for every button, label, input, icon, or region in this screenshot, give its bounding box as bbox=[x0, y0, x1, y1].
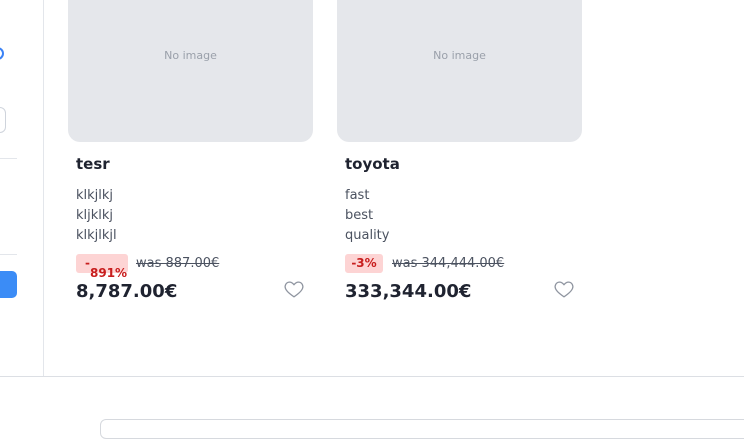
sidebar-divider bbox=[0, 254, 17, 255]
product-image-placeholder[interactable]: No image bbox=[68, 0, 313, 142]
discount-badge: - 891% bbox=[76, 254, 128, 280]
sidebar-divider bbox=[0, 158, 17, 159]
filter-radio[interactable] bbox=[0, 47, 4, 60]
product-image-placeholder[interactable]: No image bbox=[337, 0, 582, 142]
filter-input[interactable] bbox=[0, 107, 6, 133]
product-description: fast best quality bbox=[345, 186, 389, 246]
bottom-input-field[interactable] bbox=[100, 419, 744, 439]
description-line: klkjlkjl bbox=[76, 228, 117, 243]
description-line: quality bbox=[345, 228, 390, 243]
heart-outline-icon[interactable] bbox=[553, 278, 575, 300]
description-line: kljklkj bbox=[76, 208, 114, 223]
heart-outline-icon[interactable] bbox=[283, 278, 305, 300]
description-line: klkjlkj bbox=[76, 188, 114, 203]
no-image-text: No image bbox=[433, 49, 486, 62]
discount-badge: -3% bbox=[345, 254, 383, 273]
no-image-text: No image bbox=[164, 49, 217, 62]
was-price: was 887.00€ bbox=[136, 256, 220, 271]
sidebar-separator bbox=[43, 0, 44, 376]
apply-filters-button[interactable] bbox=[0, 271, 17, 298]
product-price: 8,787.00€ bbox=[76, 281, 178, 302]
description-line: fast bbox=[345, 188, 370, 203]
discount-badge-overflow-text: 891% bbox=[90, 266, 128, 280]
product-description: klkjlkj kljklkj klkjlkjl bbox=[76, 186, 117, 246]
product-title[interactable]: toyota bbox=[345, 155, 400, 173]
was-price: was 344,444.00€ bbox=[392, 256, 505, 271]
product-price: 333,344.00€ bbox=[345, 281, 472, 302]
product-title[interactable]: tesr bbox=[76, 155, 110, 173]
footer-divider bbox=[0, 376, 744, 377]
description-line: best bbox=[345, 208, 374, 223]
